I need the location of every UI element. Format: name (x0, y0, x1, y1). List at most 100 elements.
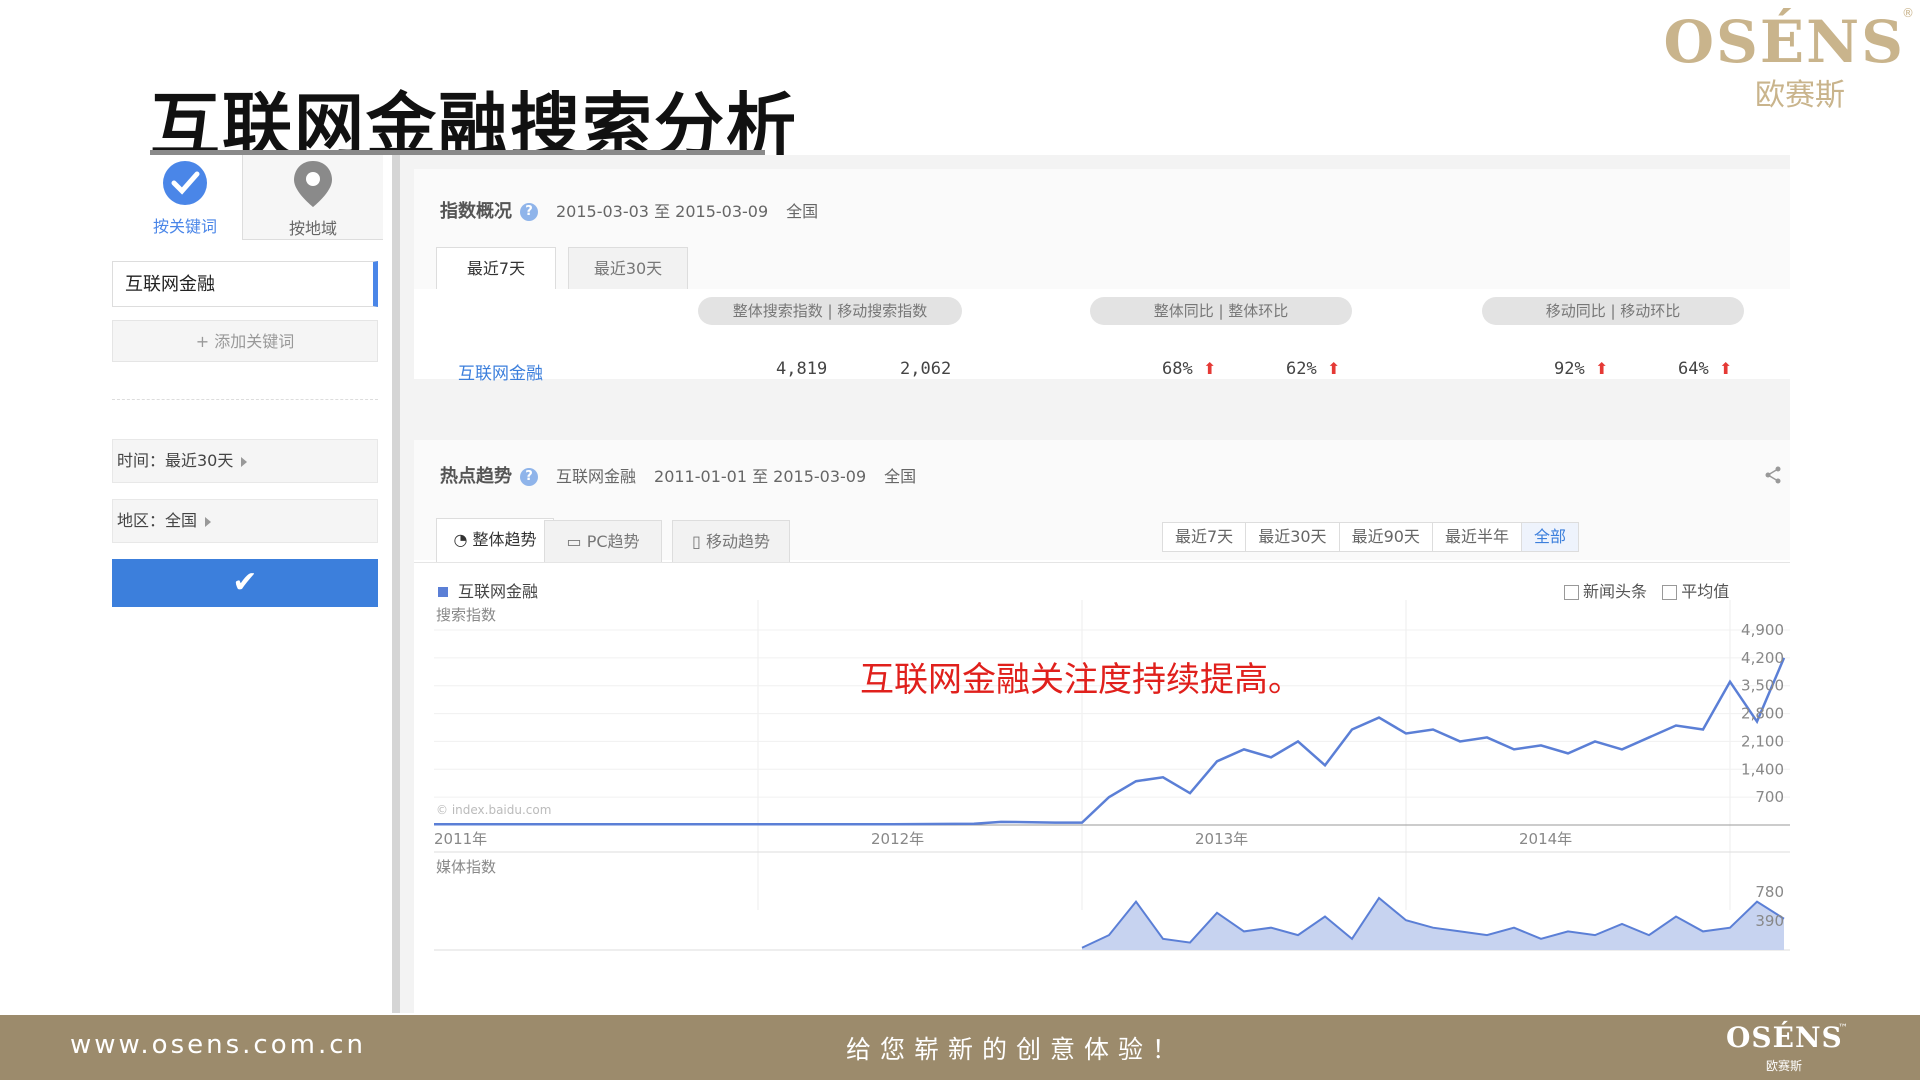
tab-overall-trend-label: 整体趋势 (472, 530, 537, 549)
brand-logo: OSÉNS (1663, 8, 1905, 76)
y-tick-label: 3,500 (1741, 677, 1784, 695)
x-tick-label: 2012年 (871, 830, 924, 848)
tab-by-region-label: 按地域 (288, 219, 337, 238)
tab-pc-trend-label: PC趋势 (586, 532, 640, 551)
tab-by-region[interactable]: 按地域 (242, 155, 383, 240)
add-keyword-button[interactable]: + 添加关键词 (112, 320, 378, 362)
x-tick-label: 2014年 (1519, 830, 1572, 848)
mobile-mom-value: 64% ⬆ (1678, 359, 1732, 379)
caret-right-icon (241, 456, 248, 467)
sidebar: 按关键词 按地域 互联网金融 + 添加关键词 时间：最近30天 地区：全国 ✔ (112, 155, 400, 1013)
average-checkbox[interactable]: 平均值 (1662, 582, 1729, 601)
overview-header: 指数概况? 2015-03-03 至 2015-03-09 全国 (440, 197, 818, 223)
range-7-days[interactable]: 最近7天 (1163, 523, 1246, 551)
trend-title: 热点趋势 (440, 466, 512, 487)
region-filter[interactable]: 地区：全国 (112, 499, 378, 543)
help-icon[interactable]: ? (520, 203, 538, 221)
header-mobile-mom: 移动环比 (1620, 302, 1681, 320)
tab-last-7-days[interactable]: 最近7天 (436, 247, 556, 291)
time-filter[interactable]: 时间：最近30天 (112, 439, 378, 483)
plus-icon: + (195, 332, 215, 351)
footer-trademark: ™ (1838, 1023, 1848, 1034)
chart-legend: 互联网金融 (438, 578, 538, 602)
header-overall-mom: 整体环比 (1228, 302, 1289, 320)
y-axis-label: 搜索指数 (436, 606, 496, 624)
overview-date-range: 2015-03-03 至 2015-03-09 (556, 202, 769, 221)
overall-mom-text: 62% (1286, 359, 1317, 379)
news-headline-checkbox[interactable]: 新闻头条 (1564, 582, 1647, 601)
tab-overall-trend: ◔ 整体趋势 (436, 518, 554, 562)
sidebar-divider (112, 399, 378, 400)
header-mobile-yoy: 移动同比 (1545, 302, 1606, 320)
x-tick-label: 2013年 (1195, 830, 1248, 848)
tab-last-30-days[interactable]: 最近30天 (568, 247, 688, 289)
overall-index-value: 4,819 (776, 359, 828, 379)
arrow-up-icon: ⬆ (1326, 359, 1341, 378)
confirm-button[interactable]: ✔ (112, 559, 378, 607)
mobile-index-value: 2,062 (900, 359, 952, 379)
arrow-up-icon: ⬆ (1202, 359, 1217, 378)
y-tick-label: 700 (1755, 788, 1784, 806)
range-half-year[interactable]: 最近半年 (1431, 523, 1521, 551)
chart-watermark: © index.baidu.com (436, 803, 551, 817)
footer-url: www.osens.com.cn (70, 1030, 366, 1060)
header-mobile-change: 移动同比 | 移动环比 (1482, 297, 1744, 325)
range-30-days[interactable]: 最近30天 (1245, 523, 1339, 551)
tab-by-keyword[interactable]: 按关键词 (120, 155, 250, 239)
legend-swatch (438, 587, 448, 597)
overall-mom-value: 62% ⬆ (1286, 359, 1340, 379)
range-90-days[interactable]: 最近90天 (1338, 523, 1432, 551)
annotation-text: 互联网金融关注度持续提高。 (860, 660, 1302, 700)
checkbox-icon (1564, 585, 1579, 600)
header-overall-change: 整体同比 | 整体环比 (1090, 297, 1352, 325)
tab-by-keyword-label: 按关键词 (152, 217, 217, 236)
arrow-up-icon: ⬆ (1594, 359, 1609, 378)
overall-yoy-text: 68% (1162, 359, 1193, 379)
range-all[interactable]: 全部 (1520, 523, 1578, 551)
overall-yoy-value: 68% ⬆ (1162, 359, 1216, 379)
trend-divider (414, 562, 1790, 563)
region-filter-label: 地区：全国 (117, 511, 198, 530)
header-overall-search: 整体搜索指数 (732, 302, 823, 320)
footer-logo: OSÉNS (1726, 1021, 1843, 1054)
y-tick-label: 2,100 (1741, 732, 1784, 750)
brand-logo-cn: 欧赛斯 (1755, 78, 1845, 113)
logo-registered-mark: ® (1902, 6, 1914, 20)
index-overview-panel: 指数概况? 2015-03-03 至 2015-03-09 全国 最近7天 最近30… (414, 169, 1790, 384)
map-pin-icon (294, 161, 332, 207)
monitor-icon: ▭ (566, 532, 582, 551)
y-tick-label: 4,200 (1741, 649, 1784, 667)
mobile-yoy-value: 92% ⬆ (1554, 359, 1608, 379)
phone-icon: ▯ (692, 532, 701, 551)
time-filter-label: 时间：最近30天 (117, 451, 234, 470)
help-icon[interactable]: ? (520, 468, 538, 486)
tab-pc-trend[interactable]: ▭ PC趋势 (544, 520, 662, 562)
trend-date-range: 2011-01-01 至 2015-03-09 (654, 467, 867, 486)
mobile-yoy-text: 92% (1554, 359, 1585, 379)
slide-footer: www.osens.com.cn 给您崭新的创意体验！ OSÉNS ™ 欧赛斯 (0, 1015, 1920, 1080)
overview-keyword-link[interactable]: 互联网金融 (458, 359, 543, 384)
footer-logo-cn: 欧赛斯 (1766, 1059, 1803, 1073)
media-y-tick-label: 780 (1755, 883, 1784, 901)
trend-region: 全国 (884, 467, 917, 486)
baidu-index-screenshot: 按关键词 按地域 互联网金融 + 添加关键词 时间：最近30天 地区：全国 ✔ … (112, 155, 1790, 1013)
y-tick-label: 4,900 (1741, 621, 1784, 639)
add-keyword-label: 添加关键词 (214, 332, 295, 351)
footer-slogan: 给您崭新的创意体验！ (846, 1035, 1187, 1064)
trend-keyword: 互联网金融 (556, 467, 637, 486)
mobile-mom-text: 64% (1678, 359, 1709, 379)
overview-title: 指数概况 (440, 201, 512, 222)
check-circle-icon (163, 161, 207, 205)
tab-mobile-trend-label: 移动趋势 (705, 532, 770, 551)
tab-mobile-trend[interactable]: ▯ 移动趋势 (672, 520, 790, 562)
media-axis-label: 媒体指数 (436, 858, 496, 876)
checkbox-icon (1662, 585, 1678, 600)
pie-chart-icon: ◔ (453, 530, 468, 549)
share-icon[interactable] (1764, 466, 1782, 484)
average-label: 平均值 (1681, 582, 1730, 601)
y-tick-label: 2,800 (1741, 705, 1784, 723)
arrow-up-icon: ⬆ (1718, 359, 1733, 378)
news-headline-label: 新闻头条 (1583, 582, 1648, 601)
header-overall-yoy: 整体同比 (1153, 302, 1214, 320)
keyword-input[interactable]: 互联网金融 (112, 261, 378, 307)
